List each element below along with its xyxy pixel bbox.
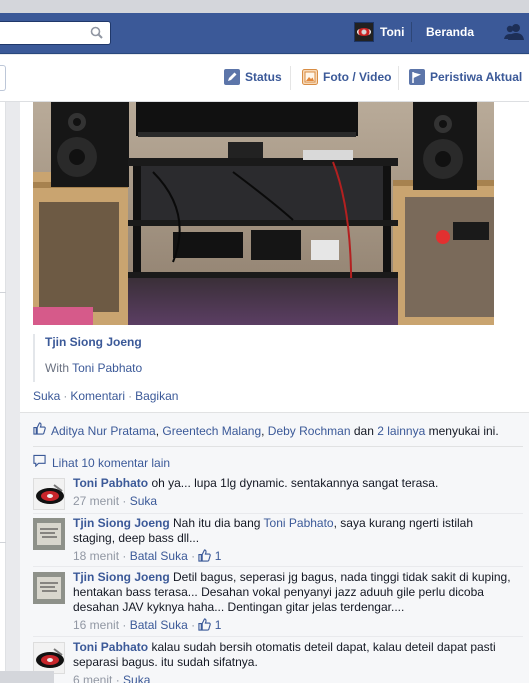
search-icon[interactable] — [89, 25, 105, 41]
comment-time[interactable]: 18 menit — [73, 549, 119, 563]
avatar — [354, 22, 374, 42]
comment-time[interactable]: 27 menit — [73, 494, 119, 508]
life-event-label: Peristiwa Aktual — [430, 70, 523, 84]
composer-divider — [290, 66, 291, 90]
with-tag: With Toni Pabhato — [45, 360, 333, 376]
photo-video-label: Foto / Video — [323, 70, 392, 84]
tagged-friend-link[interactable]: Toni Pabhato — [72, 361, 142, 375]
friend-requests-icon[interactable] — [503, 22, 525, 42]
likes-sentence: Aditya Nur Pratama, Greentech Malang, De… — [33, 422, 523, 439]
view-more-label: Lihat 10 komentar lain — [52, 455, 171, 470]
likes-suffix: menyukai ini. — [428, 423, 499, 438]
rail-divider — [0, 292, 6, 293]
divider — [33, 636, 523, 637]
commenter-avatar[interactable] — [33, 518, 65, 550]
comment-bubble-icon — [33, 454, 46, 471]
photo-icon — [302, 69, 318, 85]
commenter-avatar[interactable] — [33, 572, 65, 604]
divider — [33, 446, 523, 447]
comment-unlike-link[interactable]: Batal Suka — [130, 549, 188, 563]
comment-author-link[interactable]: Tjin Siong Joeng — [73, 570, 170, 584]
status-tab[interactable]: Status — [224, 69, 282, 85]
comment-meta: 18 menit · Batal Suka · 1 — [73, 549, 222, 563]
pencil-icon — [224, 69, 240, 85]
comment-time[interactable]: 16 menit — [73, 618, 119, 632]
comment-meta: 6 menit · Suka — [73, 673, 513, 683]
share-link[interactable]: Bagikan — [135, 389, 178, 403]
liker-link[interactable]: Greentech Malang — [162, 424, 261, 438]
comments-section: Aditya Nur Pratama, Greentech Malang, De… — [20, 412, 529, 683]
profile-name: Toni — [380, 25, 405, 39]
mention-link[interactable]: Toni Pabhato — [264, 516, 334, 530]
commenter-avatar[interactable] — [33, 642, 65, 674]
divider — [33, 566, 523, 567]
thumbs-up-icon — [198, 549, 212, 562]
browser-chrome-strip — [0, 0, 529, 13]
comment-body: Tjin Siong Joeng Nah itu dia bang Toni P… — [73, 516, 513, 564]
comment-text: oh ya... lupa 1lg dynamic. sentakannya s… — [151, 476, 439, 490]
thumbs-up-icon — [33, 422, 46, 439]
nav-divider — [411, 22, 412, 42]
comment-like-link[interactable]: Suka — [130, 494, 157, 508]
comment-body: Tjin Siong Joeng Detil bagus, seperasi j… — [73, 570, 513, 633]
liker-link[interactable]: Deby Rochman — [268, 424, 351, 438]
comment-author-link[interactable]: Toni Pabhato — [73, 640, 148, 654]
browser-chrome-corner — [0, 671, 54, 683]
comment-like-count[interactable]: 1 — [198, 549, 221, 563]
liker-link[interactable]: Aditya Nur Pratama — [51, 424, 156, 438]
thumbs-up-icon — [198, 618, 212, 631]
comment-author-link[interactable]: Toni Pabhato — [73, 476, 148, 490]
comment-like-count[interactable]: 1 — [198, 618, 221, 632]
composer-bar: Status Foto / Video Peristiwa Aktual — [0, 55, 529, 102]
comment-body: Toni Pabhato kalau sudah bersih otomatis… — [73, 640, 513, 683]
profile-link[interactable]: Toni — [354, 22, 404, 42]
comment-text: Nah itu dia bang — [173, 516, 261, 530]
comment-unlike-link[interactable]: Batal Suka — [130, 618, 188, 632]
comment-meta: 27 menit · Suka — [73, 494, 158, 508]
comment-link[interactable]: Komentari — [70, 389, 125, 403]
with-prefix: With — [45, 361, 69, 375]
status-label: Status — [245, 70, 282, 84]
left-rail — [0, 102, 6, 683]
like-count: 1 — [214, 549, 222, 563]
attachment-author-link[interactable]: Tjin Siong Joeng — [45, 334, 333, 350]
separator-dot: · — [63, 389, 68, 403]
like-count: 1 — [214, 618, 222, 632]
and-text: dan — [353, 423, 374, 438]
home-link[interactable]: Beranda — [426, 25, 474, 39]
rail-divider — [0, 542, 6, 543]
comment-like-link[interactable]: Suka — [123, 673, 150, 683]
composer-left-input[interactable] — [0, 65, 6, 91]
comment-author-link[interactable]: Tjin Siong Joeng — [73, 516, 170, 530]
composer-divider — [398, 66, 399, 90]
post-photo[interactable] — [33, 102, 494, 325]
life-event-tab[interactable]: Peristiwa Aktual — [409, 69, 522, 85]
search-input[interactable] — [0, 21, 111, 45]
others-link[interactable]: 2 lainnya — [377, 424, 425, 438]
view-more-comments[interactable]: Lihat 10 komentar lain — [33, 454, 170, 471]
photo-video-tab[interactable]: Foto / Video — [302, 69, 391, 85]
commenter-avatar[interactable] — [33, 478, 65, 510]
comma: , — [261, 423, 268, 438]
divider — [33, 513, 523, 514]
flag-icon — [409, 69, 425, 85]
feed-story: Tjin Siong Joeng With Toni Pabhato Suka ·… — [20, 102, 529, 412]
photo-attachment-info: Tjin Siong Joeng With Toni Pabhato — [33, 334, 333, 382]
separator-dot: · — [128, 389, 133, 403]
left-column — [0, 102, 20, 683]
comment-meta: 16 menit · Batal Suka · 1 — [73, 618, 222, 632]
like-link[interactable]: Suka — [33, 389, 60, 403]
comment-time[interactable]: 6 menit — [73, 673, 112, 683]
post-actions: Suka · Komentari · Bagikan — [33, 389, 178, 403]
comment-body: Toni Pabhato oh ya... lupa 1lg dynamic. … — [73, 476, 513, 509]
